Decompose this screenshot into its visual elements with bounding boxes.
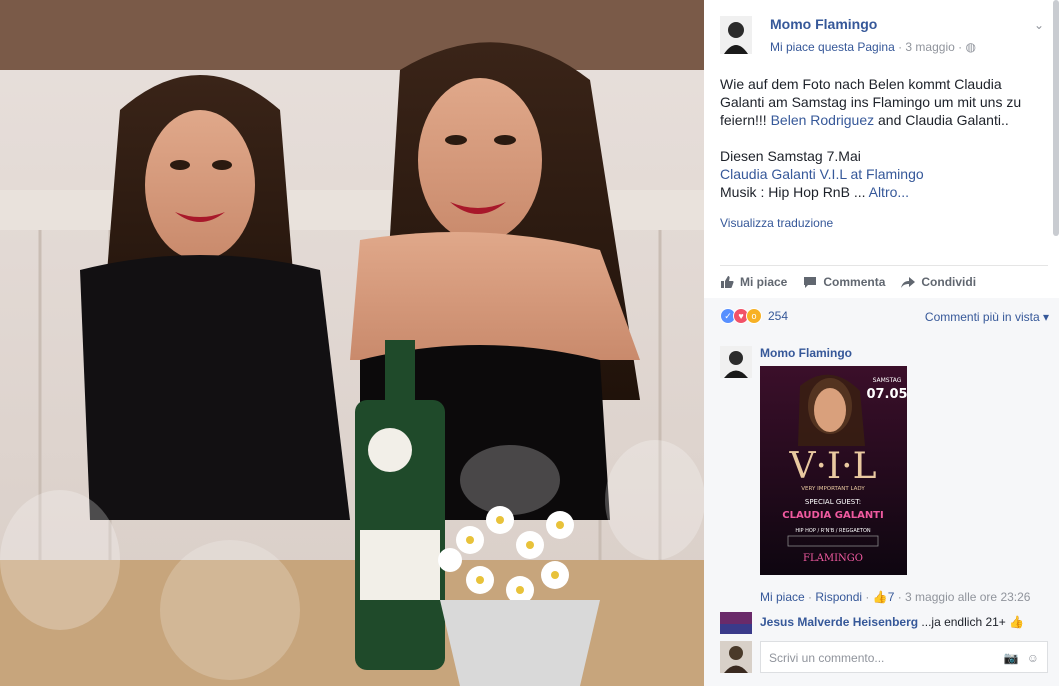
chevron-down-icon: ▾ — [1042, 310, 1049, 324]
photo-image — [0, 0, 704, 686]
flyer-title: V·I·L — [788, 446, 876, 487]
comment-text: Jesus Malverde Heisenberg ...ja endlich … — [760, 615, 1025, 629]
comments-section: ✓ ♥ o 254 Commenti più in vista ▾ Momo F… — [704, 298, 1059, 686]
post-paragraph-1: Wie auf dem Foto nach Belen kommt Claudi… — [720, 76, 1022, 128]
comment-avatar[interactable] — [720, 612, 752, 634]
share-arrow-icon — [901, 277, 916, 288]
scrollbar[interactable] — [1053, 0, 1059, 236]
reaction-count: 254 — [768, 309, 789, 323]
comment-like-count[interactable]: 👍7 — [873, 590, 895, 604]
thumbs-up-icon — [721, 276, 734, 288]
comment-reply-link[interactable]: Rispondi — [815, 590, 862, 604]
share-button[interactable]: Condividi — [901, 272, 976, 292]
globe-icon: · ◍ — [954, 40, 976, 54]
thumbs-up-icon: 👍 — [872, 590, 888, 604]
page-avatar[interactable] — [720, 16, 752, 54]
flyer-day: SAMSTAG — [873, 377, 902, 384]
flyer-date: 07.05 — [866, 387, 907, 402]
emoji-icon[interactable]: ☺ — [1027, 651, 1039, 665]
translate-link[interactable]: Visualizza traduzione — [720, 216, 833, 230]
comment-like-link[interactable]: Mi piace — [760, 590, 805, 604]
flyer-genres: HIP HOP / R'N'B / REGGAETON — [795, 528, 871, 534]
like-page-link[interactable]: Mi piace questa Pagina — [770, 40, 895, 54]
reactions-summary[interactable]: ✓ ♥ o 254 — [720, 308, 788, 324]
comment-input[interactable]: Scrivi un commento... 📷 ☺ — [760, 641, 1048, 673]
flyer-venue: FLAMINGO — [803, 553, 863, 564]
comment-icon — [804, 277, 817, 288]
post-paragraph-2: Diesen Samstag 7.Mai Claudia Galanti V.I… — [720, 147, 1045, 201]
comment-author[interactable]: Jesus Malverde Heisenberg — [760, 615, 918, 629]
see-more-link[interactable]: Altro... — [869, 184, 909, 200]
mention-link[interactable]: Belen Rodriguez — [771, 112, 875, 128]
camera-icon[interactable]: 📷 — [1004, 651, 1019, 665]
thumbs-up-icon[interactable]: 👍 — [1009, 615, 1024, 629]
post-panel: Momo Flamingo Mi piace questa Pagina · 3… — [704, 0, 1059, 686]
comment-author[interactable]: Momo Flamingo — [760, 346, 852, 360]
event-flyer-image[interactable]: SAMSTAG 07.05 V·I·L VERY IMPORTANT LADY … — [760, 366, 907, 575]
wow-reaction-icon: o — [746, 308, 762, 324]
post-actions: Mi piace Commenta Condividi — [720, 272, 1048, 292]
post-header: Momo Flamingo Mi piace questa Pagina · 3… — [720, 16, 1050, 58]
post-author[interactable]: Momo Flamingo — [770, 16, 877, 32]
post-body: Wie auf dem Foto nach Belen kommt Claudi… — [720, 75, 1045, 201]
comment-footer: Mi piace · Rispondi · 👍7 · 3 maggio alle… — [760, 590, 1031, 604]
comment-button[interactable]: Commenta — [803, 272, 885, 292]
comment-time[interactable]: 3 maggio alle ore 23:26 — [905, 590, 1030, 604]
like-button[interactable]: Mi piace — [720, 272, 787, 292]
write-comment: Scrivi un commento... 📷 ☺ — [720, 641, 1050, 673]
post-meta: Mi piace questa Pagina · 3 maggio · ◍ — [770, 40, 976, 54]
post-date[interactable]: 3 maggio — [905, 40, 954, 54]
divider — [720, 265, 1048, 266]
event-link[interactable]: Claudia Galanti V.I.L at Flamingo — [720, 165, 1045, 183]
chevron-down-icon[interactable]: ⌄ — [1034, 18, 1044, 32]
post-photo[interactable] — [0, 0, 704, 686]
user-avatar — [720, 641, 752, 673]
flyer-special: SPECIAL GUEST: — [805, 498, 861, 506]
comment-avatar[interactable] — [720, 346, 752, 378]
flyer-guest: CLAUDIA GALANTI — [782, 510, 883, 521]
comment-sort-dropdown[interactable]: Commenti più in vista ▾ — [925, 310, 1049, 324]
flyer-subtitle: VERY IMPORTANT LADY — [801, 486, 865, 492]
